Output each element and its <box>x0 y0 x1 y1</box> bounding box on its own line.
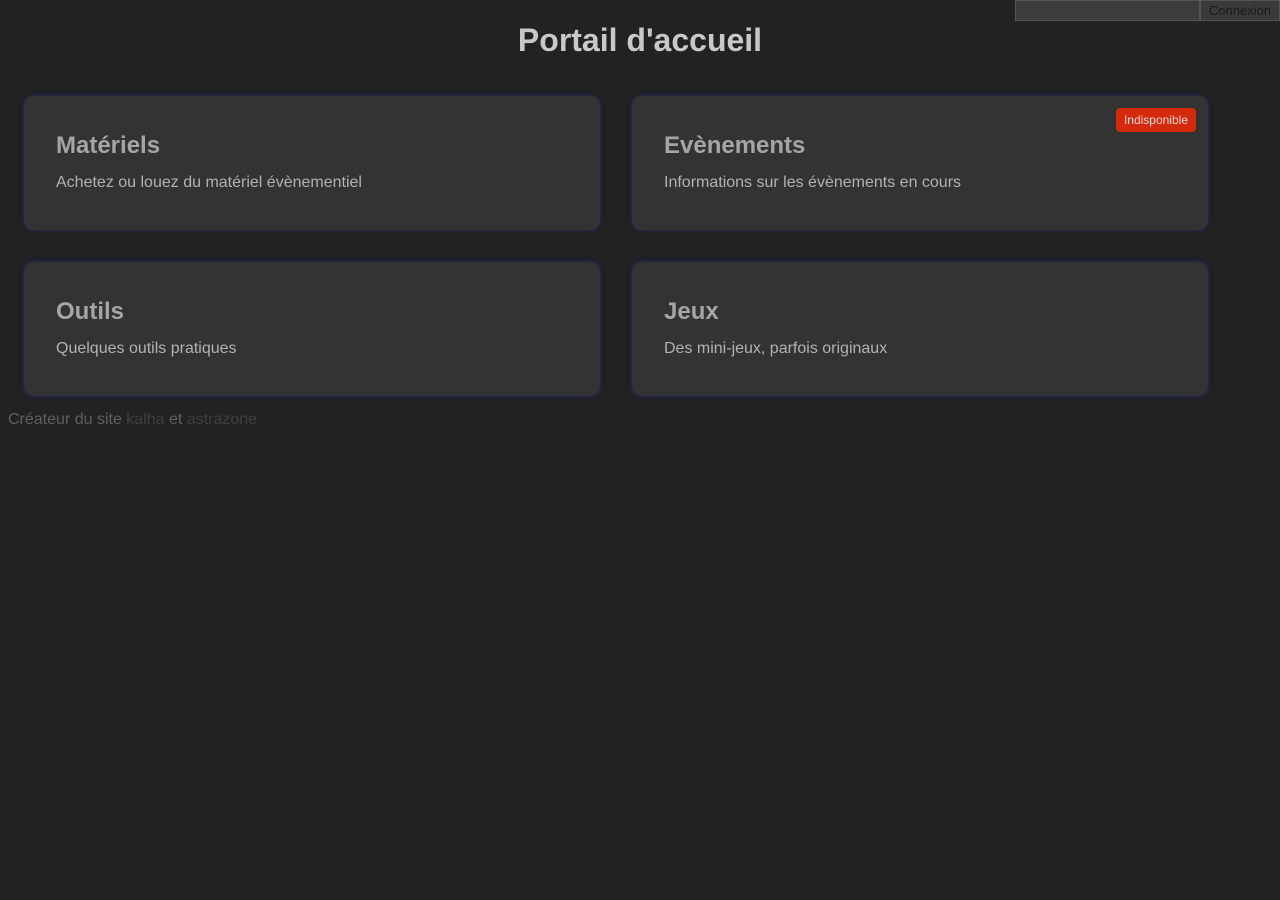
card-outils[interactable]: Outils Quelques outils pratiques <box>24 262 600 396</box>
card-jeux[interactable]: Jeux Des mini-jeux, parfois originaux <box>632 262 1208 396</box>
card-description: Achetez ou louez du matériel évènementie… <box>56 174 362 191</box>
site-credits: Créateur du site kalha et astrazone <box>8 410 257 430</box>
login-bar: Connexion <box>1015 0 1280 21</box>
card-description: Quelques outils pratiques <box>56 340 237 357</box>
credits-prefix: Créateur du site <box>8 411 122 428</box>
card-title: Evènements <box>664 132 806 159</box>
card-description: Informations sur les évènements en cours <box>664 174 962 191</box>
login-button[interactable]: Connexion <box>1200 0 1280 21</box>
portal-grid: Matériels Achetez ou louez du matériel é… <box>24 96 1208 396</box>
card-title: Jeux <box>664 298 719 325</box>
unavailable-badge: Indisponible <box>1115 108 1196 132</box>
author-link-astrazone[interactable]: astrazone <box>187 411 257 428</box>
card-description: Des mini-jeux, parfois originaux <box>664 340 888 357</box>
card-title: Matériels <box>56 132 161 159</box>
login-input[interactable] <box>1015 0 1200 21</box>
credits-separator: et <box>169 411 183 428</box>
card-evenements[interactable]: Indisponible Evènements Informations sur… <box>632 96 1208 230</box>
card-materiels[interactable]: Matériels Achetez ou louez du matériel é… <box>24 96 600 230</box>
author-link-kalha[interactable]: kalha <box>126 411 164 428</box>
card-title: Outils <box>56 298 125 325</box>
